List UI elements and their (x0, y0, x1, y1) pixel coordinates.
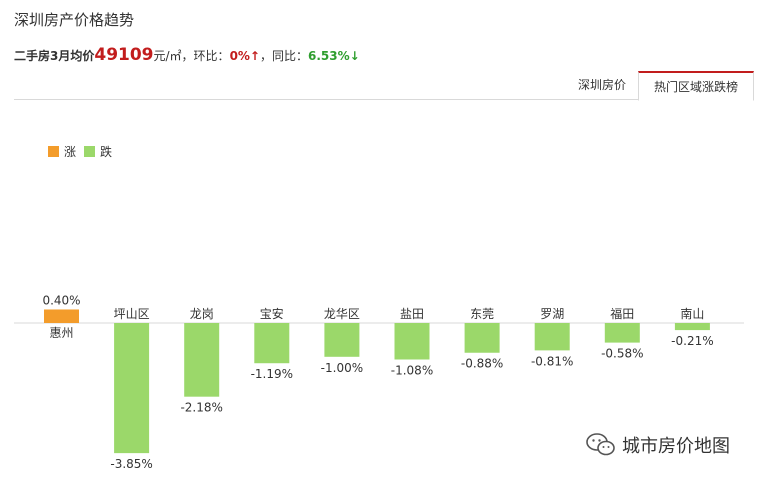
category-label-3: 宝安 (260, 306, 284, 321)
category-label-2: 龙岗 (190, 307, 214, 321)
value-label-7: -0.81% (531, 354, 573, 368)
bar-5 (394, 323, 430, 360)
category-label-4: 龙华区 (324, 307, 360, 321)
value-label-8: -0.58% (601, 347, 643, 361)
bar-1 (114, 323, 150, 454)
bar-0 (44, 309, 79, 323)
watermark-text: 城市房价地图 (622, 436, 730, 457)
bar-9 (674, 323, 710, 331)
value-label-9: -0.21% (671, 334, 713, 348)
value-label-6: -0.88% (461, 357, 503, 371)
category-label-6: 东莞 (470, 307, 494, 321)
bar-8 (604, 323, 640, 343)
value-label-1: -3.85% (110, 457, 152, 471)
category-label-0: 惠州 (49, 326, 73, 340)
category-label-8: 福田 (610, 306, 634, 321)
bar-2 (184, 323, 220, 397)
value-label-0: 0.40% (42, 293, 80, 307)
category-label-5: 盐田 (400, 307, 424, 321)
wechat-icon (586, 433, 615, 456)
tab-hot-district-ranking[interactable]: 热门区域涨跌榜 (638, 71, 754, 101)
value-label-3: -1.19% (251, 367, 293, 381)
value-label-4: -1.00% (321, 361, 363, 375)
bar-4 (324, 323, 360, 357)
category-label-9: 南山 (680, 306, 704, 321)
category-label-1: 坪山区 (114, 307, 150, 321)
bar-6 (464, 323, 500, 353)
value-label-5: -1.08% (391, 364, 433, 378)
bar-3 (254, 323, 290, 364)
category-label-7: 罗湖 (540, 306, 564, 321)
watermark: 城市房价地图 (586, 432, 730, 458)
value-label-2: -2.18% (180, 401, 222, 415)
bar-7 (534, 323, 570, 351)
